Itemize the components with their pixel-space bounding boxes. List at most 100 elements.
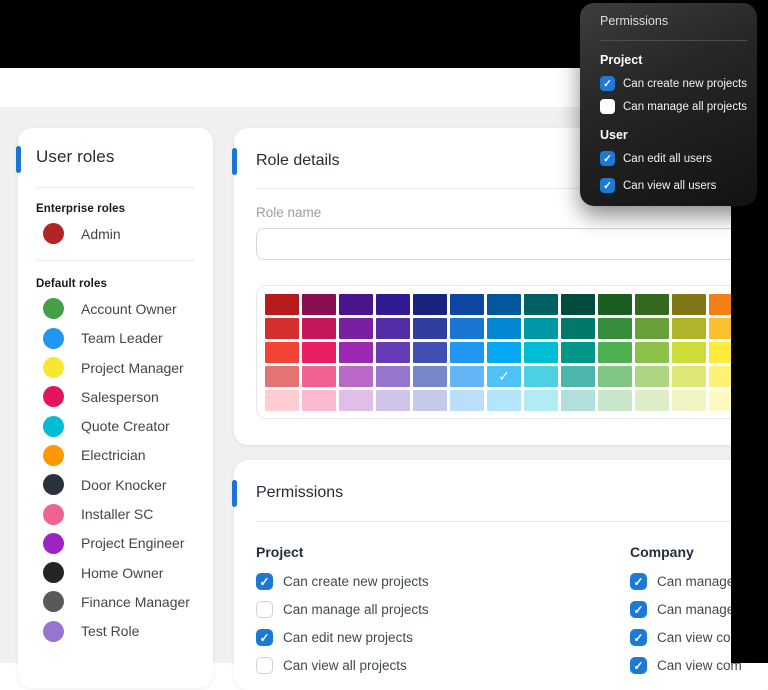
color-swatch[interactable] bbox=[339, 390, 373, 411]
color-swatch[interactable] bbox=[265, 366, 299, 387]
checkbox-unchecked-icon[interactable] bbox=[600, 99, 615, 114]
color-swatch[interactable] bbox=[524, 318, 558, 339]
color-swatch[interactable] bbox=[672, 342, 706, 363]
role-list-item[interactable]: Project Manager bbox=[36, 353, 195, 382]
role-list-item[interactable]: Salesperson bbox=[36, 382, 195, 411]
color-swatch[interactable] bbox=[487, 294, 521, 315]
color-swatch[interactable] bbox=[561, 294, 595, 315]
color-swatch[interactable] bbox=[339, 318, 373, 339]
color-swatch[interactable] bbox=[302, 390, 336, 411]
checkbox-row[interactable]: ✓Can view all users bbox=[600, 176, 757, 195]
color-swatch[interactable] bbox=[265, 294, 299, 315]
color-swatch[interactable] bbox=[376, 318, 410, 339]
checkbox-checked-icon[interactable]: ✓ bbox=[630, 629, 647, 646]
checkbox-checked-icon[interactable]: ✓ bbox=[630, 573, 647, 590]
checkbox-checked-icon[interactable]: ✓ bbox=[600, 151, 615, 166]
color-swatch[interactable] bbox=[487, 390, 521, 411]
checkbox-row[interactable]: ✓Can create new projects bbox=[600, 74, 757, 93]
checkbox-row[interactable]: Can view all projects bbox=[256, 655, 630, 675]
color-swatch[interactable] bbox=[413, 390, 447, 411]
color-swatch[interactable] bbox=[561, 318, 595, 339]
color-swatch[interactable] bbox=[450, 390, 484, 411]
checkbox-row[interactable]: ✓ Can create new projects bbox=[256, 571, 630, 591]
color-swatch[interactable] bbox=[672, 366, 706, 387]
color-swatch[interactable] bbox=[672, 318, 706, 339]
color-swatch[interactable] bbox=[635, 318, 669, 339]
color-swatch[interactable] bbox=[487, 342, 521, 363]
checkbox-unchecked-icon[interactable] bbox=[256, 601, 273, 618]
color-swatch[interactable] bbox=[524, 342, 558, 363]
color-swatch[interactable] bbox=[376, 366, 410, 387]
color-swatch[interactable] bbox=[598, 342, 632, 363]
checkbox-unchecked-icon[interactable] bbox=[256, 657, 273, 674]
color-swatch[interactable] bbox=[413, 366, 447, 387]
color-swatch[interactable] bbox=[376, 294, 410, 315]
color-swatch[interactable] bbox=[635, 342, 669, 363]
color-swatch[interactable] bbox=[376, 342, 410, 363]
checkbox-checked-icon[interactable]: ✓ bbox=[630, 657, 647, 674]
checkbox-checked-icon[interactable]: ✓ bbox=[630, 601, 647, 618]
role-list-item[interactable]: Door Knocker bbox=[36, 470, 195, 499]
color-swatch[interactable] bbox=[413, 342, 447, 363]
role-list-item[interactable]: Electrician bbox=[36, 441, 195, 470]
role-color-dot bbox=[43, 562, 64, 583]
color-swatch[interactable] bbox=[450, 318, 484, 339]
role-list-item[interactable]: Account Owner bbox=[36, 294, 195, 323]
color-swatch[interactable] bbox=[598, 366, 632, 387]
color-swatch[interactable] bbox=[635, 390, 669, 411]
color-swatch[interactable] bbox=[598, 390, 632, 411]
checkbox-checked-icon[interactable]: ✓ bbox=[600, 76, 615, 91]
color-swatch[interactable] bbox=[561, 390, 595, 411]
role-list-item[interactable]: Project Engineer bbox=[36, 529, 195, 558]
color-swatch[interactable] bbox=[302, 366, 336, 387]
color-swatch[interactable] bbox=[302, 294, 336, 315]
color-swatch[interactable] bbox=[339, 294, 373, 315]
color-swatch[interactable] bbox=[450, 294, 484, 315]
project-checkbox-list: ✓ Can create new projects Can manage all p… bbox=[256, 571, 630, 675]
color-swatch[interactable] bbox=[524, 294, 558, 315]
color-swatch[interactable] bbox=[672, 294, 706, 315]
checkbox-row[interactable]: ✓Can edit new projects bbox=[256, 627, 630, 647]
color-swatch[interactable] bbox=[450, 342, 484, 363]
checkbox-label: Can create new projects bbox=[283, 574, 429, 589]
checkbox-checked-icon[interactable]: ✓ bbox=[256, 629, 273, 646]
role-list-item[interactable]: Test Role bbox=[36, 617, 195, 646]
color-swatch-selected[interactable]: ✓ bbox=[487, 366, 521, 387]
role-list-item[interactable]: Quote Creator bbox=[36, 411, 195, 440]
color-swatch[interactable] bbox=[265, 342, 299, 363]
color-swatch[interactable] bbox=[561, 342, 595, 363]
color-swatch[interactable] bbox=[635, 366, 669, 387]
checkbox-row[interactable]: Can manage all projects bbox=[600, 97, 757, 116]
color-swatch[interactable] bbox=[487, 318, 521, 339]
color-swatch[interactable] bbox=[561, 366, 595, 387]
color-swatch[interactable] bbox=[376, 390, 410, 411]
color-swatch[interactable] bbox=[450, 366, 484, 387]
color-swatch[interactable] bbox=[339, 342, 373, 363]
color-swatch[interactable] bbox=[413, 318, 447, 339]
role-name-label: Electrician bbox=[81, 447, 146, 463]
checkbox-row[interactable]: Can manage all projects bbox=[256, 599, 630, 619]
color-swatch[interactable] bbox=[302, 318, 336, 339]
color-swatch[interactable] bbox=[265, 318, 299, 339]
role-list-item[interactable]: Installer SC bbox=[36, 499, 195, 528]
role-list-item[interactable]: Finance Manager bbox=[36, 587, 195, 616]
role-list-item[interactable]: Admin bbox=[36, 219, 195, 248]
checkbox-checked-icon[interactable]: ✓ bbox=[256, 573, 273, 590]
color-swatch[interactable] bbox=[524, 390, 558, 411]
role-name-input[interactable] bbox=[256, 228, 768, 260]
color-swatch[interactable] bbox=[265, 390, 299, 411]
color-swatch[interactable] bbox=[413, 294, 447, 315]
role-name-label: Team Leader bbox=[81, 330, 163, 346]
color-swatch[interactable] bbox=[302, 342, 336, 363]
checkbox-label: Can view all projects bbox=[283, 658, 407, 673]
color-swatch[interactable] bbox=[598, 294, 632, 315]
checkbox-checked-icon[interactable]: ✓ bbox=[600, 178, 615, 193]
role-list-item[interactable]: Home Owner bbox=[36, 558, 195, 587]
role-list-item[interactable]: Team Leader bbox=[36, 324, 195, 353]
checkbox-row[interactable]: ✓Can edit all users bbox=[600, 149, 757, 168]
color-swatch[interactable] bbox=[598, 318, 632, 339]
color-swatch[interactable] bbox=[339, 366, 373, 387]
color-swatch[interactable] bbox=[524, 366, 558, 387]
color-swatch[interactable] bbox=[635, 294, 669, 315]
color-swatch[interactable] bbox=[672, 390, 706, 411]
